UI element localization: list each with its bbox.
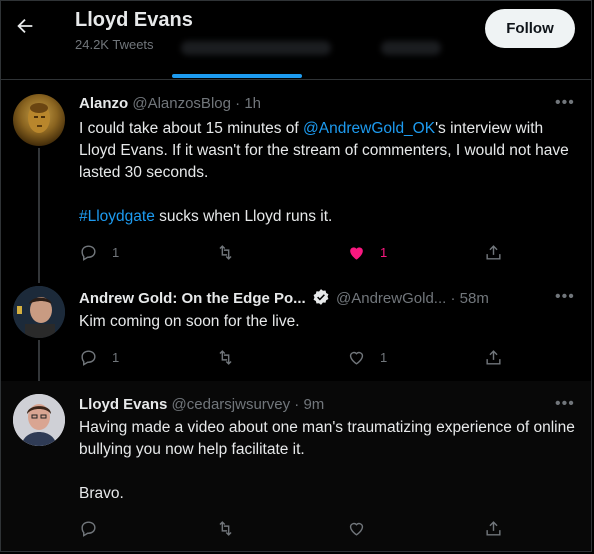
share-icon bbox=[486, 520, 501, 536]
tweet-thread-view: Lloyd Evans 24.2K Tweets Follow Alanzo @… bbox=[0, 0, 592, 552]
profile-header: Lloyd Evans 24.2K Tweets Follow bbox=[1, 1, 591, 80]
tweet-text: Kim coming on soon for the live. bbox=[79, 313, 300, 330]
tweet-text: Having made a video about one man's trau… bbox=[79, 417, 579, 505]
heart-icon bbox=[349, 351, 364, 365]
blurred-tab bbox=[381, 41, 441, 55]
reply-button[interactable]: 1 bbox=[79, 241, 119, 263]
like-button[interactable]: 1 bbox=[347, 241, 387, 263]
tweet-count: 24.2K Tweets bbox=[75, 37, 154, 52]
blurred-tab bbox=[181, 41, 331, 55]
like-button[interactable] bbox=[347, 517, 366, 539]
verified-badge-icon bbox=[313, 289, 329, 305]
tweet-time[interactable]: 58m bbox=[460, 290, 489, 307]
retweet-icon bbox=[219, 349, 232, 365]
share-button[interactable] bbox=[484, 346, 503, 368]
tweet-header: Alanzo @AlanzosBlog · 1h bbox=[79, 95, 261, 112]
tweet-text-paragraph: Having made a video about one man's trau… bbox=[79, 419, 575, 458]
tweet-text-part: sucks when Lloyd runs it. bbox=[154, 208, 333, 225]
tweet[interactable]: Andrew Gold: On the Edge Po... @AndrewGo… bbox=[1, 279, 591, 381]
retweet-icon bbox=[219, 520, 232, 536]
active-tab-indicator bbox=[172, 74, 302, 78]
reply-icon bbox=[81, 349, 96, 366]
avatar[interactable] bbox=[13, 394, 65, 446]
tweet-text-part: I could take about 15 minutes of bbox=[79, 120, 304, 137]
tweet-time[interactable]: 9m bbox=[303, 396, 324, 413]
tweet-time[interactable]: 1h bbox=[244, 95, 261, 112]
reply-button[interactable] bbox=[79, 517, 98, 539]
thread-line bbox=[38, 148, 40, 279]
share-button[interactable] bbox=[484, 241, 503, 263]
reply-count: 1 bbox=[112, 244, 120, 260]
tweet-actions: 1 1 bbox=[79, 241, 529, 263]
mention-link[interactable]: @AndrewGold_OK bbox=[303, 120, 435, 137]
heart-filled-icon bbox=[350, 246, 363, 260]
retweet-button[interactable] bbox=[216, 517, 235, 539]
thread-line bbox=[38, 279, 40, 283]
tweet-header: Andrew Gold: On the Edge Po... @AndrewGo… bbox=[79, 288, 489, 307]
separator-dot: · bbox=[294, 396, 300, 413]
more-options-icon[interactable]: ••• bbox=[555, 288, 575, 306]
retweet-button[interactable] bbox=[216, 241, 235, 263]
retweet-button[interactable] bbox=[216, 346, 235, 368]
author-name[interactable]: Alanzo bbox=[79, 95, 128, 112]
author-handle[interactable]: @AndrewGold... bbox=[336, 290, 446, 307]
thread-line bbox=[38, 340, 40, 381]
tweet-focused[interactable]: Lloyd Evans @cedarsjwsurvey · 9m ••• Hav… bbox=[1, 381, 591, 551]
like-count: 1 bbox=[380, 244, 388, 260]
tweet-text-paragraph: Bravo. bbox=[79, 485, 124, 502]
share-icon bbox=[486, 349, 501, 365]
tweet-actions: 1 1 bbox=[79, 346, 529, 368]
reply-icon bbox=[81, 520, 96, 537]
tweet-text: I could take about 15 minutes of @Andrew… bbox=[79, 118, 579, 228]
author-name[interactable]: Andrew Gold: On the Edge Po... bbox=[79, 290, 306, 307]
more-options-icon[interactable]: ••• bbox=[555, 395, 575, 413]
separator-dot: · bbox=[450, 290, 456, 307]
hashtag-link[interactable]: #Lloydgate bbox=[79, 208, 155, 225]
reply-count: 1 bbox=[112, 349, 120, 365]
author-handle[interactable]: @cedarsjwsurvey bbox=[172, 396, 291, 413]
reply-button[interactable]: 1 bbox=[79, 346, 119, 368]
like-button[interactable]: 1 bbox=[347, 346, 387, 368]
author-handle[interactable]: @AlanzosBlog bbox=[132, 95, 231, 112]
tweet-header: Lloyd Evans @cedarsjwsurvey · 9m bbox=[79, 396, 324, 413]
like-count: 1 bbox=[380, 349, 388, 365]
avatar[interactable] bbox=[13, 286, 65, 338]
more-options-icon[interactable]: ••• bbox=[555, 94, 575, 112]
profile-name: Lloyd Evans bbox=[75, 9, 193, 31]
follow-button[interactable]: Follow bbox=[485, 9, 575, 48]
separator-dot: · bbox=[235, 95, 241, 112]
share-icon bbox=[486, 244, 501, 260]
reply-icon bbox=[81, 244, 96, 261]
avatar[interactable] bbox=[13, 94, 65, 146]
share-button[interactable] bbox=[484, 517, 503, 539]
author-name[interactable]: Lloyd Evans bbox=[79, 396, 167, 413]
retweet-icon bbox=[219, 244, 232, 260]
tweet-actions bbox=[79, 517, 529, 539]
heart-icon bbox=[349, 522, 364, 536]
back-arrow-icon[interactable] bbox=[13, 15, 37, 39]
tweet[interactable]: Alanzo @AlanzosBlog · 1h ••• I could tak… bbox=[1, 80, 591, 279]
